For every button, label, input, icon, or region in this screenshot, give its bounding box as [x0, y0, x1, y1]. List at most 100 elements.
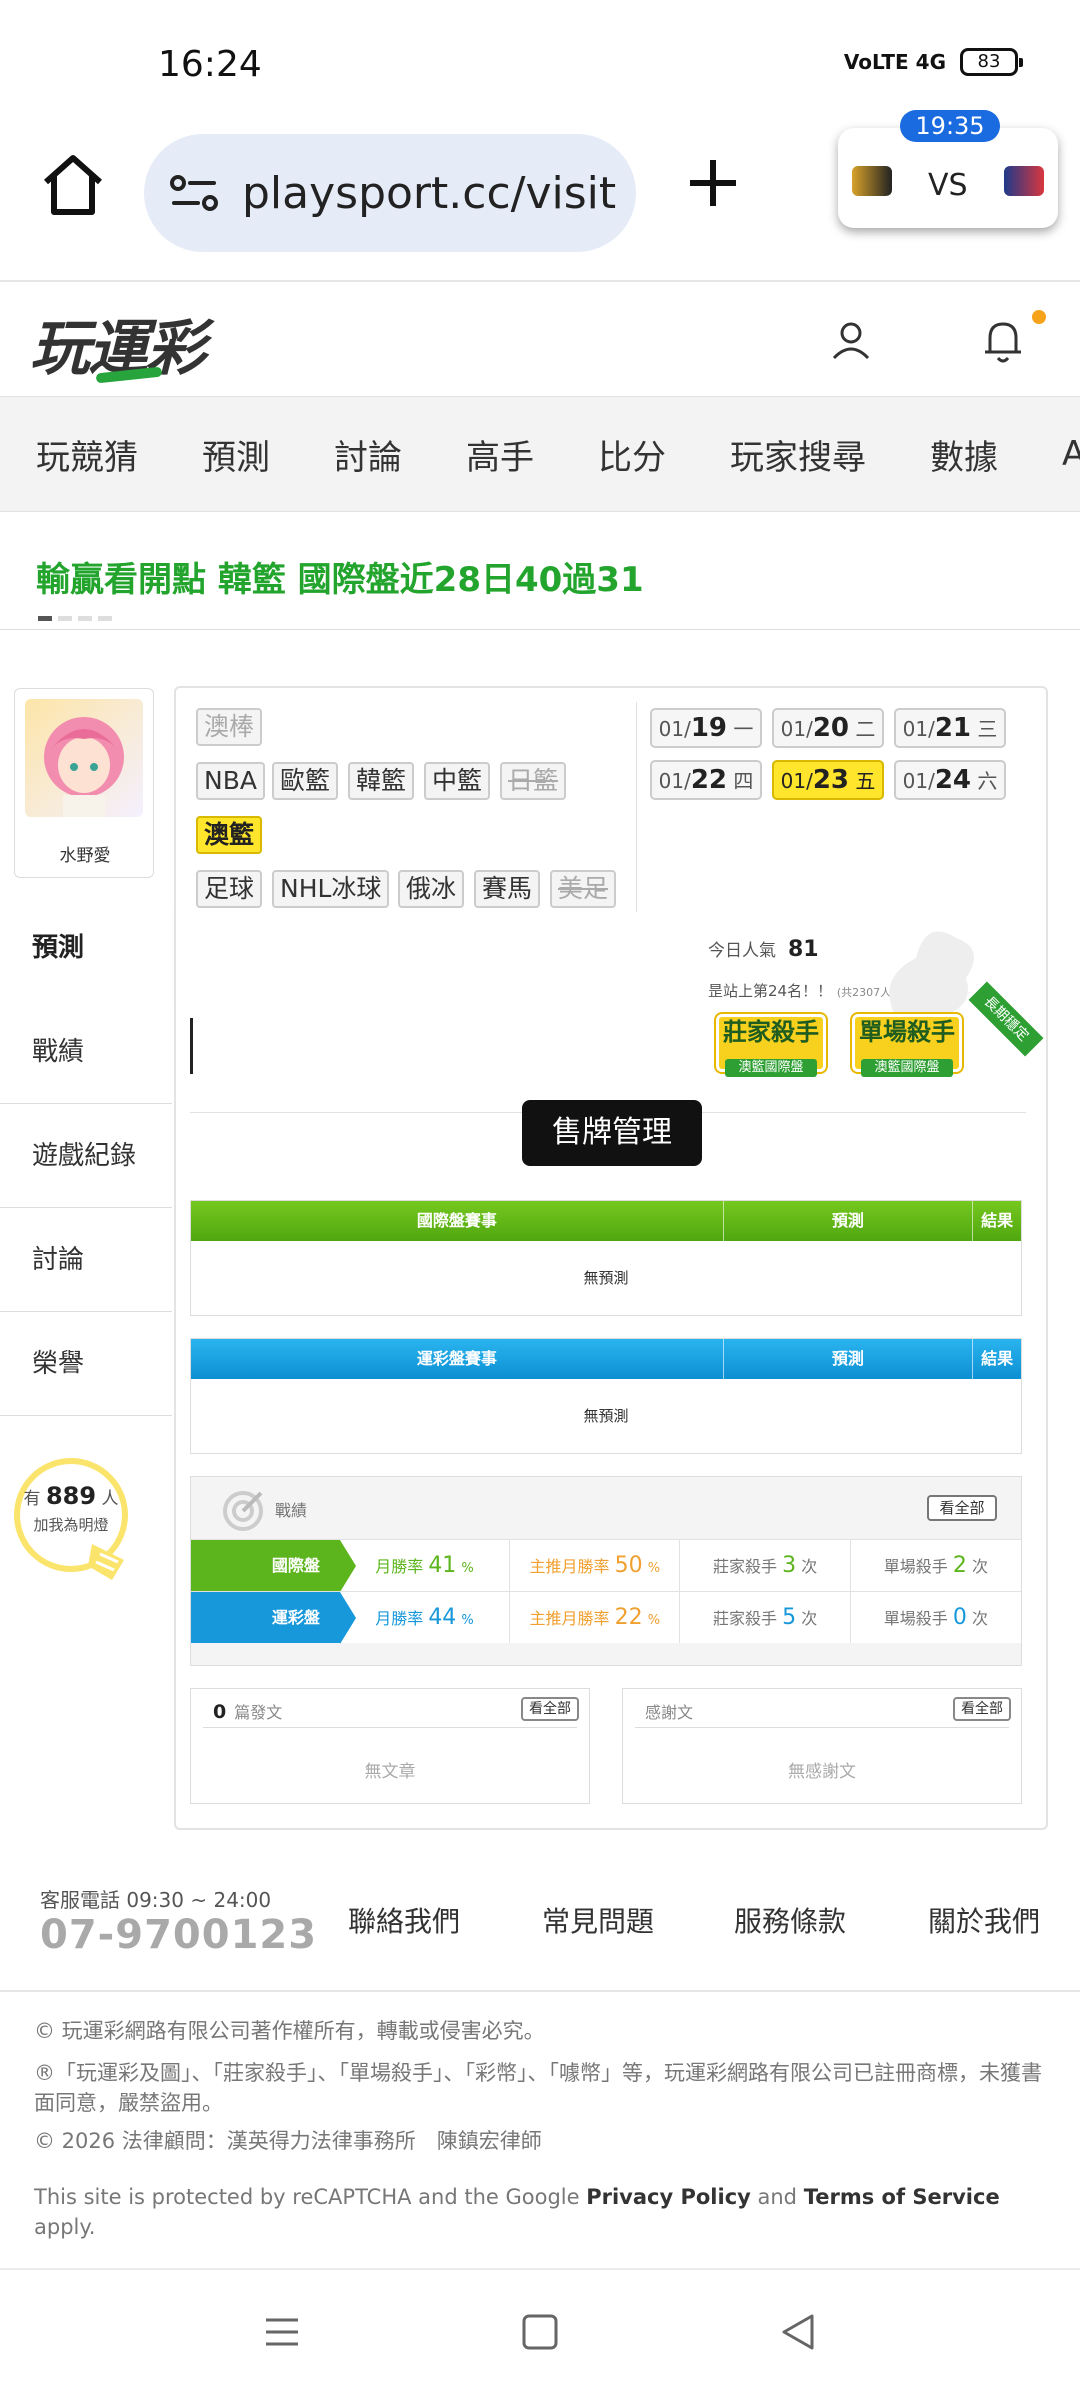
sport-chip-euro-basketball[interactable]: 歐籃: [272, 762, 339, 800]
bio-input[interactable]: [190, 1018, 640, 1074]
lottery-predictions-table: 運彩盤賽事 預測 結果 無預測: [190, 1338, 1022, 1454]
date-chip[interactable]: 01/22 四: [650, 760, 762, 800]
url-text: playsport.cc/visit: [242, 167, 617, 219]
banner-pager: [38, 616, 112, 621]
sport-chip-aus-baseball: 澳棒: [196, 708, 263, 746]
back-icon[interactable]: [778, 2312, 818, 2352]
banner-dot[interactable]: [78, 616, 92, 621]
award-single-game-killer[interactable]: 單場殺手 澳籃國際盤: [852, 1014, 962, 1077]
sport-chip-russia-hockey[interactable]: 俄冰: [398, 870, 465, 908]
nav-item-guess[interactable]: 玩競猜: [36, 430, 138, 479]
side-item-predictions[interactable]: 預測: [0, 896, 172, 1000]
nav-item-app[interactable]: APP: [1062, 434, 1080, 474]
sport-chip-aus-basketball[interactable]: 澳籃: [196, 816, 263, 854]
nav-item-discuss[interactable]: 討論: [334, 430, 402, 479]
record-see-all-button[interactable]: 看全部: [927, 1495, 997, 1521]
main-nav: 玩競猜 預測 討論 高手 比分 玩家搜尋 數據 APP: [0, 396, 1080, 512]
banker-killer-count: 莊家殺手 5 次: [680, 1592, 851, 1643]
table-header: 國際盤賽事 預測 結果: [191, 1201, 1021, 1241]
sport-chip-horse-racing[interactable]: 賽馬: [474, 870, 541, 908]
service-phone[interactable]: 07-9700123: [40, 1912, 317, 1958]
record-row-label: 國際盤: [191, 1540, 356, 1592]
fans-count: 889: [45, 1482, 97, 1510]
banner-dot[interactable]: [58, 616, 72, 621]
sport-chip-japan-basketball: 日籃: [500, 762, 567, 800]
predictions-panel: 澳棒 NBA 歐籃 韓籃 中籃 日籃 澳籃 足球 NHL冰球 俄冰 賽馬 美足 …: [174, 686, 1048, 1830]
fans-prefix: 有: [23, 1489, 41, 1509]
record-summary: 戰績 看全部 國際盤 月勝率 41 % 主推月勝率 50 % 莊家殺手 3 次 …: [190, 1476, 1022, 1666]
sport-chip-nhl[interactable]: NHL冰球: [272, 870, 390, 908]
sport-chip-china-basketball[interactable]: 中籃: [424, 762, 491, 800]
privacy-policy-link[interactable]: Privacy Policy: [586, 2185, 751, 2209]
footer-link-faq[interactable]: 常見問題: [542, 1900, 654, 1940]
footer-contact: 客服電話 09:30 ~ 24:00 07-9700123 聯絡我們 常見問題 …: [0, 1870, 1080, 1990]
banner-dot[interactable]: [98, 616, 112, 621]
main-pick-win-rate: 主推月勝率 22 %: [510, 1592, 681, 1643]
date-chip[interactable]: 01/21 三: [894, 708, 1006, 748]
nav-item-player-search[interactable]: 玩家搜尋: [730, 430, 866, 479]
menu-icon[interactable]: [262, 2312, 302, 2352]
side-item-honors[interactable]: 榮譽: [0, 1312, 172, 1416]
footer-link-terms[interactable]: 服務條款: [734, 1900, 846, 1940]
footer-link-contact[interactable]: 聯絡我們: [348, 1900, 460, 1940]
bell-icon[interactable]: [982, 318, 1024, 364]
nav-item-predict[interactable]: 預測: [202, 430, 270, 479]
sell-management-button[interactable]: 售牌管理: [522, 1100, 702, 1166]
divider: [0, 1990, 1080, 1992]
single-killer-count: 單場殺手 0 次: [883, 1605, 988, 1630]
new-tab-icon[interactable]: [688, 158, 738, 208]
nav-item-experts[interactable]: 高手: [466, 430, 534, 479]
profile-name: 水野愛: [59, 846, 111, 866]
status-bar: 16:24 VoLTE 4G 83: [0, 0, 1080, 120]
award-banker-killer[interactable]: 莊家殺手 澳籃國際盤: [716, 1014, 826, 1077]
home-team-logo: [852, 166, 892, 196]
sport-chip-nba[interactable]: NBA: [196, 762, 265, 800]
home-nav-icon[interactable]: [520, 2312, 560, 2352]
date-chip[interactable]: 01/20 二: [772, 708, 884, 748]
sport-chip-korea-basketball[interactable]: 韓籃: [348, 762, 415, 800]
status-icons: VoLTE 4G 83: [844, 48, 1023, 76]
browser-toolbar: playsport.cc/visit 19:35 VS: [0, 110, 1080, 280]
sport-chip-soccer[interactable]: 足球: [196, 870, 263, 908]
date-chip[interactable]: 01/19 一: [650, 708, 762, 748]
date-chip[interactable]: 01/24 六: [894, 760, 1006, 800]
thanks-see-all-button[interactable]: 看全部: [953, 1697, 1011, 1721]
terms-of-service-link[interactable]: Terms of Service: [804, 2185, 1000, 2209]
side-item-discussion[interactable]: 討論: [0, 1208, 172, 1312]
posts-see-all-button[interactable]: 看全部: [521, 1697, 579, 1721]
nav-item-scores[interactable]: 比分: [598, 430, 666, 479]
side-item-game-history[interactable]: 遊戲紀錄: [0, 1104, 172, 1208]
status-time: 16:24: [158, 44, 262, 85]
battery-icon: 83: [960, 48, 1023, 76]
lightbulb-icon: [88, 1544, 124, 1580]
date-chip-selected[interactable]: 01/23 五: [772, 760, 884, 800]
single-killer-count: 單場殺手 2 次: [883, 1553, 988, 1578]
thanks-box: 感謝文 看全部 無感謝文: [622, 1688, 1022, 1804]
live-score-widget[interactable]: 19:35 VS: [838, 110, 1058, 228]
avatar: [25, 699, 143, 817]
home-icon[interactable]: [38, 150, 108, 220]
site-settings-icon[interactable]: [170, 173, 220, 213]
divider: [635, 1727, 1009, 1728]
empty-state: 無預測: [191, 1379, 1021, 1453]
posts-empty: 無文章: [364, 1762, 416, 1782]
user-icon[interactable]: [830, 320, 872, 362]
table-header: 運彩盤賽事 預測 結果: [191, 1339, 1021, 1379]
today-popularity: 今日人氣 81: [708, 937, 819, 962]
promo-banner[interactable]: 輸贏看開點 韓籃 國際盤近28日40過31: [0, 512, 1080, 630]
thanks-empty: 無感謝文: [788, 1762, 856, 1782]
posts-box: 0 篇發文 看全部 無文章: [190, 1688, 590, 1804]
notification-dot: [1032, 310, 1046, 324]
monthly-win-rate: 月勝率 41 %: [340, 1540, 511, 1591]
mascot-watermark-icon: [889, 931, 974, 1018]
divider: [636, 702, 637, 912]
banner-dot[interactable]: [38, 616, 52, 621]
thanks-title: 感謝文: [645, 1703, 694, 1722]
divider: [203, 1727, 577, 1728]
address-bar[interactable]: playsport.cc/visit: [144, 134, 636, 252]
nav-item-data[interactable]: 數據: [930, 430, 998, 479]
footer-link-about[interactable]: 關於我們: [928, 1900, 1040, 1940]
posts-title: 0 篇發文: [213, 1701, 283, 1723]
target-icon: [223, 1491, 263, 1531]
side-item-record[interactable]: 戰績: [0, 1000, 172, 1104]
